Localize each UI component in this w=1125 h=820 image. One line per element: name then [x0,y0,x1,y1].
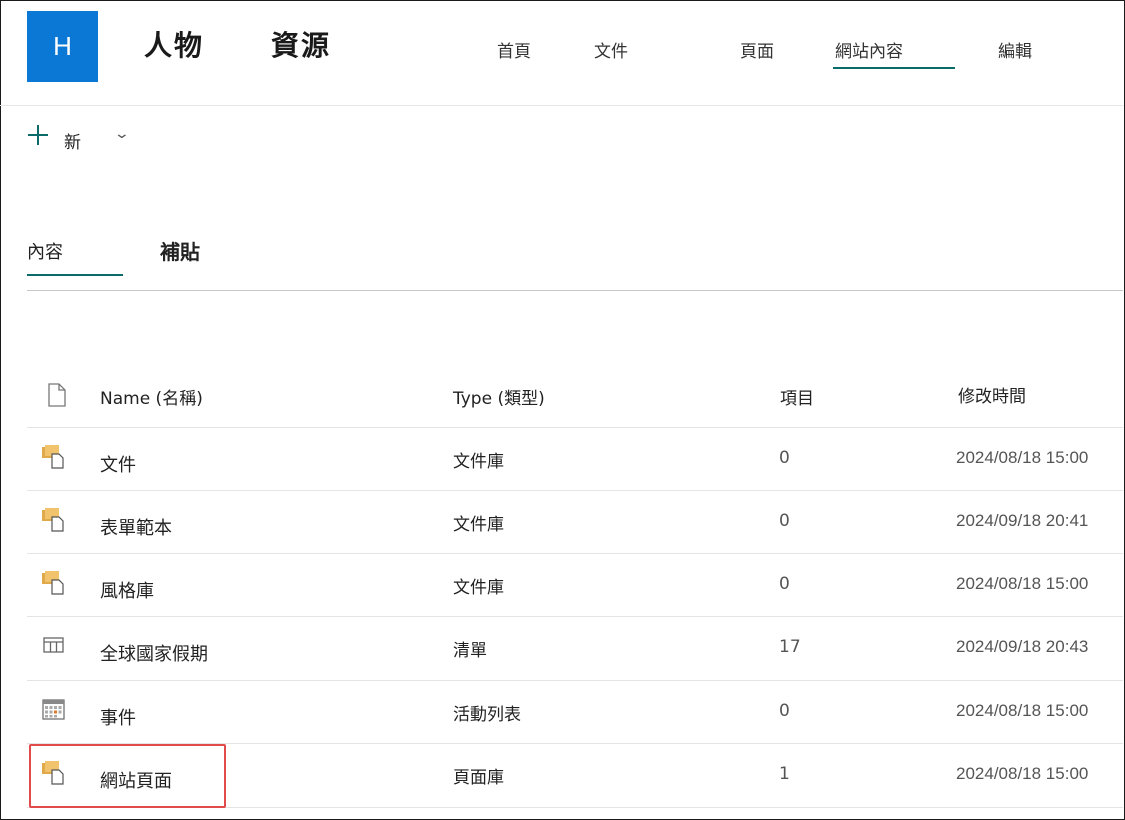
site-logo[interactable]: H [27,11,98,82]
chevron-down-icon[interactable]: ⌄ [114,126,130,142]
tab-active-indicator [27,274,123,276]
tab-subsites[interactable]: 補貼 [160,236,200,265]
row-modified: 2024/08/18 15:00 [956,448,1089,467]
table-row[interactable]: 表單範本 文件庫 0 2024/09/18 20:41 [27,490,1123,554]
site-header: H 人物 資源 首頁 文件 頁面 網站內容 編輯 [0,0,1123,106]
library-icon [42,508,64,532]
table-row[interactable]: 全球國家假期 清單 17 2024/09/18 20:43 [27,616,1123,680]
row-items: 0 [779,701,790,721]
list-icon [43,637,64,653]
column-header-name[interactable]: Name (名稱) [100,384,203,409]
column-header-type[interactable]: Type (類型) [453,384,545,409]
document-icon[interactable] [47,383,67,407]
row-name[interactable]: 文件 [100,451,136,477]
row-items: 0 [779,511,790,531]
library-icon [42,445,64,469]
row-type: 活動列表 [453,705,521,725]
site-title-part1[interactable]: 人物 [144,24,204,64]
highlight-box [29,744,226,808]
row-type: 文件庫 [453,452,504,472]
row-items: 17 [779,637,801,657]
library-icon [42,571,64,595]
row-modified: 2024/08/18 15:00 [956,764,1089,783]
tab-contents[interactable]: 內容 [27,238,63,264]
row-modified: 2024/08/18 15:00 [956,574,1089,593]
row-type: 文件庫 [453,578,504,598]
table-row[interactable]: 事件 活動列表 0 2024/08/18 15:00 [27,680,1123,744]
row-items: 0 [779,448,790,468]
row-modified: 2024/09/18 20:41 [956,511,1089,530]
row-name[interactable]: 風格庫 [100,577,154,603]
table-row[interactable]: 文件 文件庫 0 2024/08/18 15:00 [27,427,1123,491]
row-name[interactable]: 全球國家假期 [100,640,208,666]
nav-site-contents[interactable]: 網站內容 [835,37,903,62]
row-type: 文件庫 [453,515,504,535]
nav-home[interactable]: 首頁 [497,37,531,62]
new-button[interactable]: 新 [64,128,81,153]
site-title-part2[interactable]: 資源 [271,24,331,64]
column-header-items[interactable]: 項目 [780,384,814,409]
tab-divider [27,290,1123,291]
table-row[interactable]: 風格庫 文件庫 0 2024/08/18 15:00 [27,553,1123,617]
row-items: 0 [779,574,790,594]
nav-edit[interactable]: 編輯 [998,37,1032,62]
plus-icon[interactable] [27,124,49,146]
row-type: 頁面庫 [453,768,504,788]
nav-pages[interactable]: 頁面 [740,37,774,62]
calendar-icon [42,699,65,720]
row-modified: 2024/09/18 20:43 [956,637,1089,656]
row-type: 清單 [453,641,487,661]
row-name[interactable]: 事件 [100,704,136,730]
nav-documents[interactable]: 文件 [594,37,628,62]
nav-active-indicator [833,67,955,69]
row-items: 1 [779,764,790,784]
column-header-modified[interactable]: 修改時間 [958,382,1026,407]
row-modified: 2024/08/18 15:00 [956,701,1089,720]
row-name[interactable]: 表單範本 [100,514,172,540]
